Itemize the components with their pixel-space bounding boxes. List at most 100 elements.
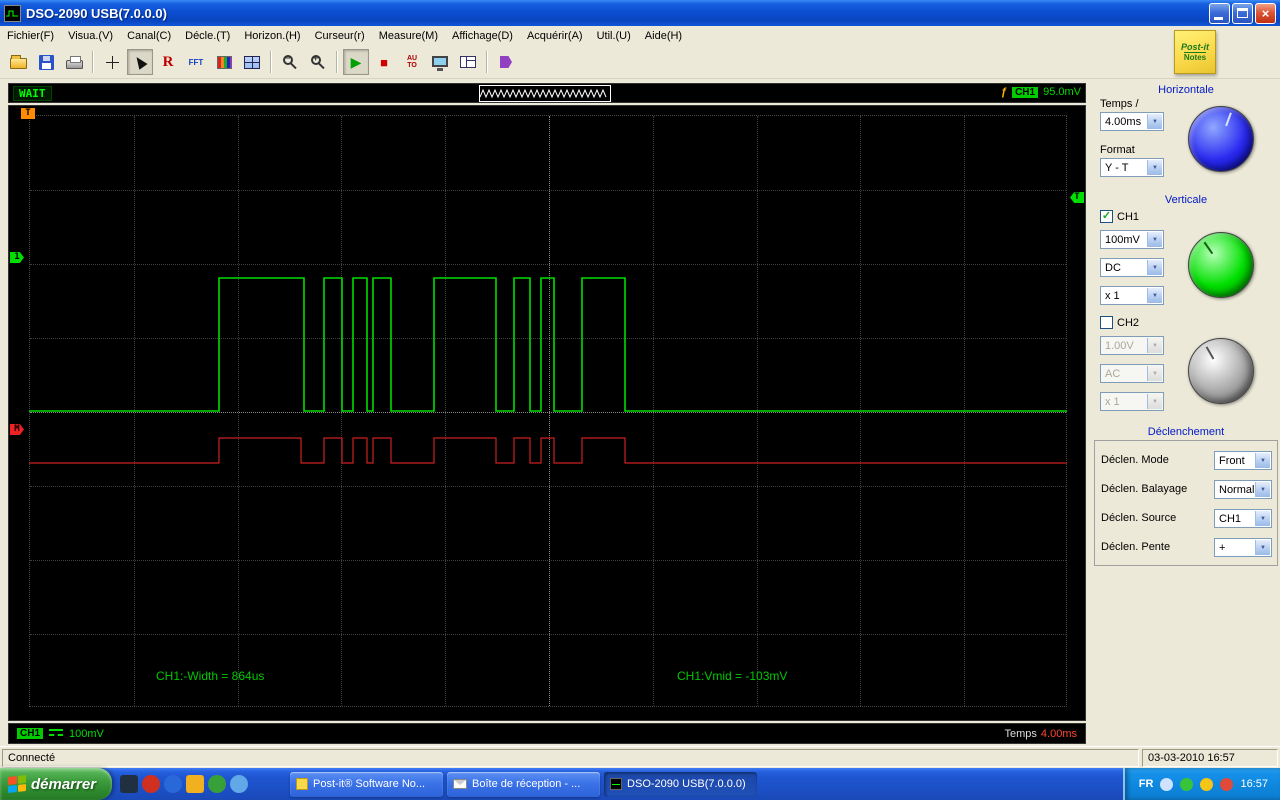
- task-button-dso[interactable]: DSO-2090 USB(7.0.0.0): [604, 771, 758, 797]
- ch1-coupling-select[interactable]: DC ▼: [1100, 258, 1164, 277]
- quicklaunch-icon-1[interactable]: [120, 775, 139, 793]
- ch2-position-knob[interactable]: [1188, 338, 1254, 404]
- spectrum-button[interactable]: [211, 49, 237, 75]
- task-button-postit[interactable]: Post-it® Software No...: [290, 771, 444, 797]
- menu-item-canal[interactable]: Canal(C): [120, 27, 178, 45]
- trigger-sweep-select[interactable]: Normal ▼: [1214, 480, 1272, 499]
- open-button[interactable]: [5, 49, 31, 75]
- quicklaunch-icon-6[interactable]: [230, 775, 249, 793]
- measurement: CH1:-Width = 864us: [156, 669, 265, 683]
- oscilloscope-display: T 1 M T CH1:-Width = 864us CH1:Frequ = 2…: [8, 105, 1086, 791]
- r-tool-button[interactable]: R: [155, 49, 181, 75]
- trigger-time-marker[interactable]: T: [21, 108, 35, 119]
- ch1-badge: CH1: [17, 728, 44, 739]
- menu-item-measure[interactable]: Measure(M): [372, 27, 445, 45]
- print-button[interactable]: [61, 49, 87, 75]
- waveform-preview[interactable]: [479, 85, 611, 102]
- floppy-icon: [38, 54, 54, 70]
- trigger-source-label: Déclen. Source: [1101, 512, 1177, 524]
- zoom-in-button[interactable]: [305, 49, 331, 75]
- chevron-down-icon: ▼: [1147, 366, 1162, 381]
- tray-icon-3[interactable]: [1200, 777, 1214, 791]
- menu-item-horizon[interactable]: Horizon.(H): [237, 27, 307, 45]
- printer-icon: [65, 56, 83, 69]
- waveform-window-button[interactable]: [239, 49, 265, 75]
- menu-item-fichier[interactable]: Fichier(F): [0, 27, 61, 45]
- menu-item-visua[interactable]: Visua.(V): [61, 27, 120, 45]
- quicklaunch-icon-5[interactable]: [208, 775, 227, 793]
- chevron-down-icon[interactable]: ▼: [1255, 540, 1270, 555]
- menu-item-util[interactable]: Util.(U): [590, 27, 638, 45]
- math-position-marker[interactable]: M: [10, 424, 24, 435]
- ch1-volts-select[interactable]: 100mV ▼: [1100, 230, 1164, 249]
- run-button[interactable]: ▶: [343, 49, 369, 75]
- save-button[interactable]: [33, 49, 59, 75]
- vertical-section-title: Verticale: [1164, 194, 1208, 206]
- auto-setup-icon: AU TO: [406, 55, 418, 69]
- layout-button[interactable]: [455, 49, 481, 75]
- quicklaunch-icon-2[interactable]: [142, 775, 161, 793]
- quicklaunch-icon-4[interactable]: [186, 775, 205, 793]
- r-tool-icon: R: [162, 53, 174, 70]
- menu-item-aide[interactable]: Aide(H): [638, 27, 689, 45]
- timebase-readout-label: Temps: [1004, 727, 1037, 740]
- trigger-source-select[interactable]: CH1 ▼: [1214, 509, 1272, 528]
- checkbox-checked-icon[interactable]: ✓: [1100, 210, 1113, 223]
- menu-item-decle[interactable]: Décle.(T): [178, 27, 237, 45]
- minimize-button[interactable]: [1209, 2, 1230, 24]
- close-button[interactable]: ×: [1255, 2, 1276, 24]
- horizontal-position-knob[interactable]: [1188, 106, 1254, 172]
- chevron-down-icon[interactable]: ▼: [1147, 160, 1162, 175]
- pointer-tool-button[interactable]: [127, 49, 153, 75]
- stop-button[interactable]: ■: [371, 49, 397, 75]
- channel-readout-strip: CH1 100mV Temps 4.00ms: [8, 723, 1086, 744]
- chevron-down-icon[interactable]: ▼: [1255, 511, 1270, 526]
- menu-item-affichage[interactable]: Affichage(D): [445, 27, 520, 45]
- zoom-out-button[interactable]: [277, 49, 303, 75]
- chevron-down-icon[interactable]: ▼: [1147, 260, 1162, 275]
- menu-item-curseur[interactable]: Curseur(r): [308, 27, 372, 45]
- postit-notes-widget[interactable]: Post-it Notes: [1174, 30, 1216, 74]
- chevron-down-icon[interactable]: ▼: [1255, 482, 1270, 497]
- ch2-enable-checkbox[interactable]: CH2: [1100, 316, 1139, 329]
- ch1-enable-checkbox[interactable]: ✓ CH1: [1100, 210, 1139, 223]
- tray-icon-4[interactable]: [1220, 777, 1234, 791]
- checkbox-unchecked-icon[interactable]: [1100, 316, 1113, 329]
- chevron-down-icon[interactable]: ▼: [1255, 453, 1270, 468]
- task-button-inbox[interactable]: Boîte de réception - ...: [447, 771, 601, 797]
- start-button[interactable]: démarrer: [0, 768, 113, 800]
- ch1-probe-select[interactable]: x 1 ▼: [1100, 286, 1164, 305]
- knob-indicator: [1205, 346, 1215, 360]
- trigger-mode-label: Déclen. Mode: [1101, 454, 1169, 466]
- timebase-select[interactable]: 4.00ms ▼: [1100, 112, 1164, 131]
- quicklaunch-icon-3[interactable]: [164, 775, 183, 793]
- status-bar: Connecté 03-03-2010 16:57: [0, 746, 1280, 768]
- windows-logo-icon: [8, 775, 26, 793]
- chevron-down-icon[interactable]: ▼: [1147, 288, 1162, 303]
- maximize-button[interactable]: [1232, 2, 1253, 24]
- clock[interactable]: 16:57: [1240, 778, 1268, 790]
- chevron-down-icon[interactable]: ▼: [1147, 232, 1162, 247]
- auto-setup-button[interactable]: AU TO: [399, 49, 425, 75]
- chevron-down-icon[interactable]: ▼: [1147, 114, 1162, 129]
- ch2-coupling-select: AC ▼: [1100, 364, 1164, 383]
- annotation-button[interactable]: [493, 49, 519, 75]
- trigger-channel-badge: CH1: [1012, 86, 1039, 98]
- display-settings-button[interactable]: [427, 49, 453, 75]
- fft-button[interactable]: FFT: [183, 49, 209, 75]
- format-select[interactable]: Y - T ▼: [1100, 158, 1164, 177]
- tray-icon-1[interactable]: [1160, 777, 1174, 791]
- tray-icon-2[interactable]: [1180, 777, 1194, 791]
- ch1-position-knob[interactable]: [1188, 232, 1254, 298]
- track-cursor-button[interactable]: [99, 49, 125, 75]
- toolbar: R FFT ▶ ■ AUTO: [0, 46, 1280, 79]
- trigger-mode-select[interactable]: Front ▼: [1214, 451, 1272, 470]
- ch1-position-marker[interactable]: 1: [10, 252, 24, 263]
- chevron-down-icon: ▼: [1147, 338, 1162, 353]
- menu-bar: Fichier(F) Visua.(V) Canal(C) Décle.(T) …: [0, 26, 1280, 46]
- language-indicator[interactable]: FR: [1139, 778, 1154, 790]
- trigger-slope-select[interactable]: + ▼: [1214, 538, 1272, 557]
- menu-item-acquerir[interactable]: Acquérir(A): [520, 27, 590, 45]
- trigger-level-marker[interactable]: T: [1070, 192, 1084, 203]
- control-panel: Horizontale Temps / 4.00ms ▼ Format Y - …: [1092, 79, 1280, 746]
